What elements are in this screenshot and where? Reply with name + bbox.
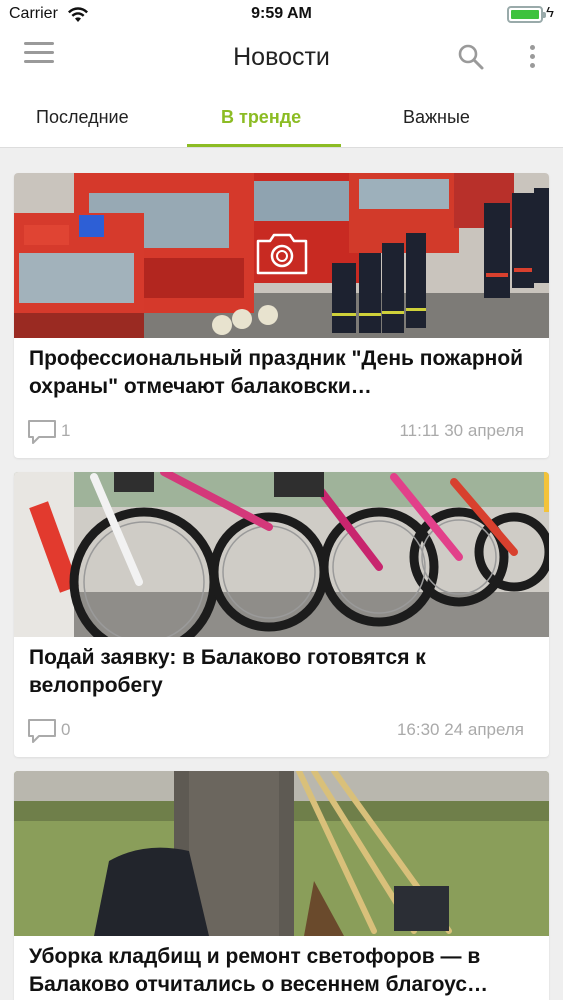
tab-important[interactable]: Важные [403, 107, 470, 128]
comment-count: 0 [61, 720, 71, 739]
publish-date: 11:11 30 апреля [399, 421, 524, 440]
publish-date: 16:30 24 апреля [396, 720, 524, 739]
comment-icon [28, 719, 56, 743]
comments-counter[interactable]: 0 [27, 718, 70, 743]
navigation-bar: Новости [0, 30, 563, 90]
news-photo-bicycles [14, 472, 549, 637]
news-headline[interactable]: Профессиональный праздник "День пожарной… [29, 345, 537, 401]
status-bar: Carrier 9:59 AM ϟ [0, 0, 563, 30]
tab-trending[interactable]: В тренде [221, 107, 301, 128]
clock: 9:59 AM [251, 5, 312, 22]
gallery-camera-icon [256, 233, 308, 275]
news-card[interactable]: Подай заявку: в Балаково готовятся к вел… [14, 472, 549, 757]
charging-icon: ϟ [546, 4, 554, 21]
news-card[interactable]: Уборка кладбищ и ремонт светофоров — в Б… [14, 771, 549, 1000]
comment-icon [28, 420, 56, 444]
news-photo-cemetery-cleanup [14, 771, 549, 936]
news-headline[interactable]: Подай заявку: в Балаково готовятся к вел… [29, 644, 537, 700]
comments-counter[interactable]: 1 [27, 419, 70, 444]
tab-bar: Последние В тренде Важные [0, 90, 563, 148]
more-vertical-icon[interactable] [521, 42, 545, 72]
tab-latest[interactable]: Последние [36, 107, 129, 128]
news-headline[interactable]: Уборка кладбищ и ремонт светофоров — в Б… [29, 943, 537, 999]
news-card[interactable]: Профессиональный праздник "День пожарной… [14, 173, 549, 458]
search-icon[interactable] [456, 42, 486, 72]
comment-count: 1 [61, 421, 71, 440]
news-photo-firefighters [14, 173, 549, 338]
active-tab-indicator [187, 144, 341, 147]
battery-icon [507, 6, 546, 23]
